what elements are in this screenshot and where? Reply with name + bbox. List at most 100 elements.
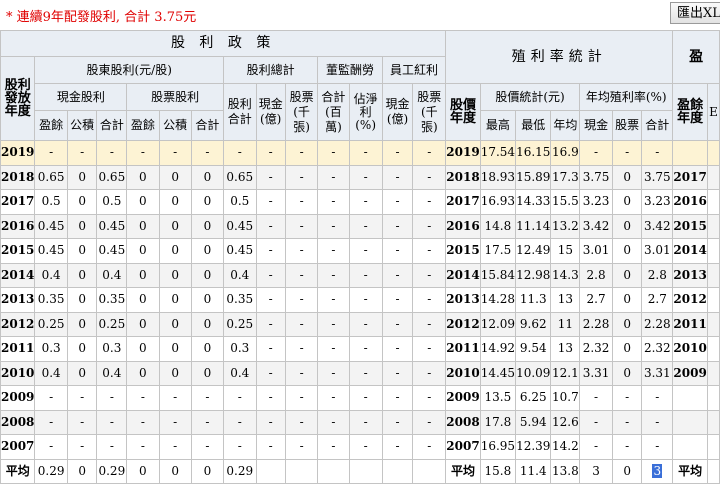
cell-yield-cash: 2.28 xyxy=(579,311,613,337)
table-row[interactable]: 2011 0.3 0 0.3 0 0 0 0.3- - - - - -2011 14.92 9.54 13 2.… xyxy=(0,336,720,362)
cell-yield-stock: 0 xyxy=(611,189,643,215)
cell-price-high: 15.84 xyxy=(479,262,517,288)
cell-total-stock: - xyxy=(284,164,319,190)
cell-truncated xyxy=(707,385,720,411)
avg-stock-reserve: 0 xyxy=(158,458,192,484)
table-row[interactable]: 2007- - - - - - - - - - - - -2007 16.95 12.39 14.2- - - xyxy=(0,434,720,460)
cell-cash-subtotal: 0.25 xyxy=(96,311,128,337)
cell-stock-reserve: - xyxy=(158,434,192,460)
cell-cash-earnings: 0.45 xyxy=(34,238,68,264)
table-row[interactable]: 2016 0.45 0 0.45 0 0 0 0.45- - - - - -2016 14.8 11.14 1… xyxy=(0,213,720,239)
cell-cash-reserve: 0 xyxy=(66,213,98,239)
selected-avg-yield-total[interactable]: 3 xyxy=(652,463,663,478)
avg-truncated xyxy=(707,458,720,484)
cell-total-stock: - xyxy=(284,262,319,288)
cell-truncated xyxy=(707,189,720,215)
table-row[interactable]: 2014 0.4 0 0.4 0 0 0 0.4- - - - - -2014 15.84 12.98 14.… xyxy=(0,262,720,288)
avg-price-low: 11.4 xyxy=(515,458,552,484)
cell-cash-subtotal: - xyxy=(96,140,128,166)
cell-dividend-total: 0.4 xyxy=(223,262,257,288)
cell-cash-earnings: 0.65 xyxy=(34,164,68,190)
cell-yield-cash: 3.23 xyxy=(579,189,613,215)
avg-total-cash xyxy=(255,458,286,484)
table-row[interactable]: 2013 0.35 0 0.35 0 0 0 0.35- - - - - -2013 14.28 11.3 1… xyxy=(0,287,720,313)
cell-price-low: 9.54 xyxy=(515,336,552,362)
cell-dividend-total: 0.3 xyxy=(223,336,257,362)
cell-stock-reserve: 0 xyxy=(158,336,192,362)
top-bar: * 連續9年配發股利, 合計 3.75元 匯出XLS xyxy=(0,0,720,30)
table-row[interactable]: 2012 0.25 0 0.25 0 0 0 0.25- - - - - -2012 12.09 9.62 1… xyxy=(0,311,720,337)
cell-stock-reserve: 0 xyxy=(158,189,192,215)
header-cash-subtotal: 合計 xyxy=(96,110,128,141)
cell-employee-stock: - xyxy=(412,189,447,215)
cell-yield-total: 3.31 xyxy=(641,360,674,386)
cell-cash-subtotal: 0.65 xyxy=(96,164,128,190)
cell-employee-cash: - xyxy=(381,262,414,288)
cell-employee-stock: - xyxy=(412,287,447,313)
table-row[interactable]: 2008- - - - - - - - - - - - -2008 17.8 5.94 12.6- - - xyxy=(0,409,720,435)
cell-stock-subtotal: 0 xyxy=(190,189,225,215)
cell-earnings-year: 2011 xyxy=(672,311,709,337)
header-earnings-year: 盈餘年度 xyxy=(672,83,709,141)
table-row[interactable]: 2017 0.5 0 0.5 0 0 0 0.5- - - - - -2017 16.93 14.33 15.… xyxy=(0,189,720,215)
cell-employee-stock: - xyxy=(412,409,447,435)
cell-truncated xyxy=(707,336,720,362)
cell-cash-earnings: - xyxy=(34,409,68,435)
cell-cash-earnings: 0.4 xyxy=(34,360,68,386)
cell-cash-reserve: 0 xyxy=(66,238,98,264)
cell-supervisor-pct: - xyxy=(348,385,383,411)
cell-yield-cash: - xyxy=(579,140,613,166)
table-row[interactable]: 2018 0.65 0 0.65 0 0 0 0.65- - - - - -2018 18.93 15.89… xyxy=(0,164,720,190)
cell-cash-earnings: 0.35 xyxy=(34,287,68,313)
cell-yield-total: - xyxy=(641,385,674,411)
cell-earnings-year: 2014 xyxy=(672,238,709,264)
cell-truncated xyxy=(707,238,720,264)
cell-earnings-year: 2016 xyxy=(672,189,709,215)
cell-price-low: 16.15 xyxy=(515,140,552,166)
cell-employee-stock: - xyxy=(412,434,447,460)
table-row[interactable]: 2019- - - - - - - - - - - - -2019 17.54 16.15 16.9- - - xyxy=(0,140,720,166)
cell-yield-stock: 0 xyxy=(611,238,643,264)
cell-total-cash: - xyxy=(255,262,286,288)
cell-dividend-year: 2007 xyxy=(0,434,36,460)
table-row[interactable]: 2010 0.4 0 0.4 0 0 0 0.4- - - - - -2010 14.45 10.09 12.… xyxy=(0,360,720,386)
cell-stock-reserve: - xyxy=(158,140,192,166)
cell-yield-cash: - xyxy=(579,385,613,411)
cell-dividend-year: 2011 xyxy=(0,336,36,362)
cell-price-avg: 16.9 xyxy=(550,140,581,166)
cell-stock-earnings: 0 xyxy=(126,213,160,239)
header-yield-stock: 股票 xyxy=(611,110,643,141)
cell-yield-total: 3.75 xyxy=(641,164,674,190)
header-cash-earnings: 盈餘 xyxy=(34,110,68,141)
cell-total-stock: - xyxy=(284,238,319,264)
avg-dividend-total: 0.29 xyxy=(223,458,257,484)
cell-stock-earnings: - xyxy=(126,434,160,460)
table-row[interactable]: 2015 0.45 0 0.45 0 0 0 0.45- - - - - -2015 17.5 12.49 1… xyxy=(0,238,720,264)
cell-dividend-total: 0.45 xyxy=(223,238,257,264)
cell-yield-total: - xyxy=(641,409,674,435)
cell-earnings-year xyxy=(672,409,709,435)
cell-total-cash: - xyxy=(255,434,286,460)
avg-earnings-year: 平均 xyxy=(672,458,709,484)
cell-total-cash: - xyxy=(255,238,286,264)
cell-supervisor-pct: - xyxy=(348,238,383,264)
cell-stock-earnings: - xyxy=(126,409,160,435)
cell-price-year: 2008 xyxy=(445,409,481,435)
header-year-avg: 年均 xyxy=(550,110,581,141)
header-cash-reserve: 公積 xyxy=(66,110,98,141)
export-xls-button[interactable]: 匯出XLS xyxy=(670,2,720,24)
cell-employee-cash: - xyxy=(381,434,414,460)
avg-cash-earnings: 0.29 xyxy=(34,458,68,484)
table-row[interactable]: 2009- - - - - - - - - - - - -2009 13.5 6.25 10.7- - - xyxy=(0,385,720,411)
cell-supervisor-pct: - xyxy=(348,287,383,313)
cell-yield-cash: - xyxy=(579,409,613,435)
cell-employee-stock: - xyxy=(412,311,447,337)
cell-price-avg: 10.7 xyxy=(550,385,581,411)
average-row[interactable]: 平均 0.29 0 0.29 0 0 0 0.29 平均 15.8 11.4 13.8 3 0 3 平均 xyxy=(0,458,720,484)
cell-supervisor-pct: - xyxy=(348,140,383,166)
cell-price-year: 2009 xyxy=(445,385,481,411)
header-stock-dividend: 股票股利 xyxy=(126,83,225,111)
cell-supervisor-total: - xyxy=(317,385,350,411)
cell-total-cash: - xyxy=(255,140,286,166)
cell-supervisor-total: - xyxy=(317,409,350,435)
